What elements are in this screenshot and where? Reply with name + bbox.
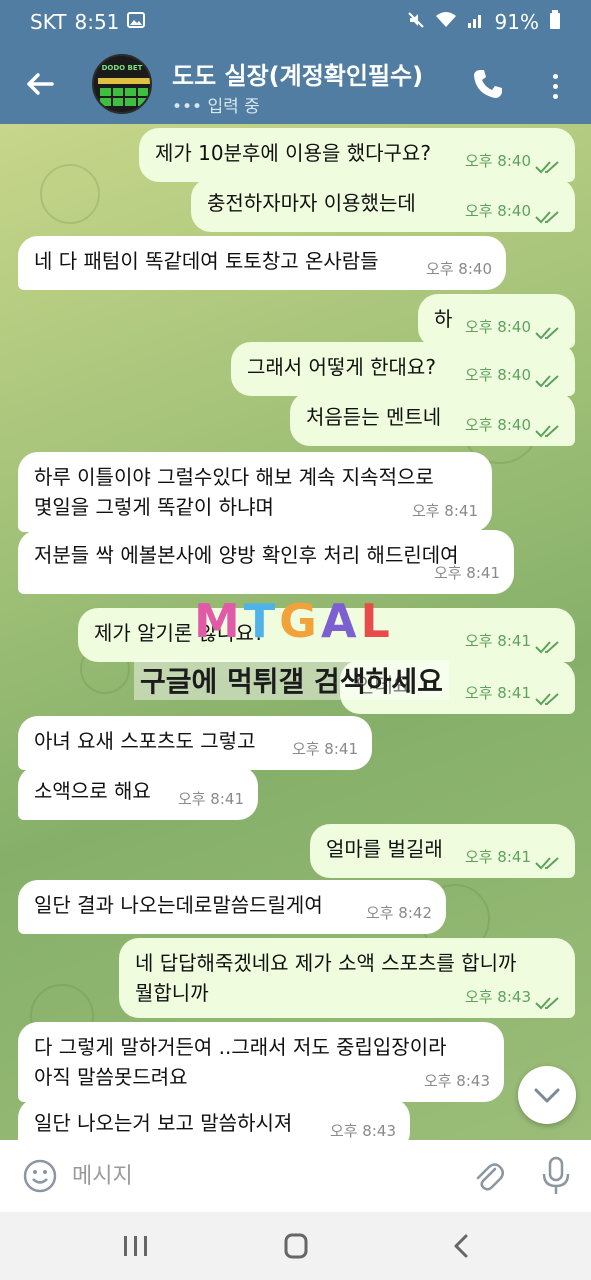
typing-status: ••• 입력 중 <box>172 97 260 117</box>
home-icon <box>284 1233 308 1259</box>
message-text: 몇일을 그렇게 똑같이 하냐며 <box>34 495 274 519</box>
watermark-text: 구글에 먹튀갤 검색하세요 <box>134 660 449 700</box>
avatar[interactable]: DODO BET <box>92 54 152 114</box>
message-input[interactable] <box>72 1158 432 1194</box>
message-text: 하루 이틀이야 그럴수있다 해보 계속 지속적으로 <box>34 465 434 489</box>
message-bubble-incoming[interactable]: 아녀 요새 스포츠도 그렇고 오후 8:41 <box>18 716 372 770</box>
more-button[interactable] <box>546 68 566 104</box>
signal-icon <box>467 11 485 33</box>
double-check-icon <box>535 211 559 224</box>
message-time: 오후 8:41 <box>464 684 531 702</box>
message-bubble-outgoing[interactable]: 제가 10분후에 이용을 했다구요? 오후 8:40 <box>139 128 575 182</box>
watermark-logo: MTGAL <box>194 594 394 648</box>
message-text: 아직 말씀못드려요 <box>34 1065 188 1089</box>
status-right: 91% <box>407 10 561 34</box>
message-time: 오후 8:41 <box>433 564 500 582</box>
emoji-icon <box>23 1159 57 1193</box>
double-check-icon <box>535 161 559 174</box>
message-time: 오후 8:43 <box>464 988 531 1006</box>
message-time: 오후 8:43 <box>423 1072 490 1090</box>
carrier: SKT <box>30 10 67 34</box>
back-nav-icon <box>454 1234 468 1258</box>
double-check-icon <box>535 693 559 706</box>
double-check-icon <box>535 425 559 438</box>
message-text: 저분들 싹 에볼본사에 양방 확인후 처리 해드린데여 <box>34 543 459 567</box>
message-bubble-outgoing[interactable]: 하 오후 8:40 <box>418 294 575 348</box>
message-time: 오후 8:41 <box>411 502 478 520</box>
attach-button[interactable] <box>470 1158 506 1194</box>
mic-button[interactable] <box>540 1156 572 1196</box>
message-bubble-incoming[interactable]: 저분들 싹 에볼본사에 양방 확인후 처리 해드린데여 오후 8:41 <box>18 530 514 594</box>
message-time: 오후 8:40 <box>464 152 531 170</box>
message-composer <box>0 1140 591 1212</box>
double-check-icon <box>535 327 559 340</box>
chevron-down-icon <box>534 1088 560 1103</box>
battery-percent: 91% <box>494 10 539 34</box>
double-check-icon <box>535 997 559 1010</box>
emoji-button[interactable] <box>22 1158 58 1194</box>
avatar-logo-text: DODO BET <box>101 64 143 72</box>
attach-icon <box>476 1163 504 1191</box>
message-time: 오후 8:41 <box>464 848 531 866</box>
message-time: 오후 8:41 <box>177 790 244 808</box>
phone-icon <box>474 70 502 98</box>
home-button[interactable] <box>276 1230 316 1262</box>
system-nav-bar <box>0 1212 591 1280</box>
message-bubble-incoming[interactable]: 일단 결과 나오는데로말씀드릴게여 오후 8:42 <box>18 880 446 934</box>
message-bubble-incoming[interactable]: 네 다 패텀이 똑같데여 토토창고 온사람들 오후 8:40 <box>18 236 506 290</box>
double-check-icon <box>535 857 559 870</box>
message-time: 오후 8:40 <box>464 416 531 434</box>
mute-icon <box>407 11 425 33</box>
recents-icon <box>124 1236 147 1256</box>
message-bubble-incoming[interactable]: 소액으로 해요 오후 8:41 <box>18 766 258 820</box>
double-check-icon <box>535 641 559 654</box>
message-text: 네 답답해죽겠네요 제가 소액 스포츠를 합니까 <box>135 951 517 975</box>
message-time: 오후 8:40 <box>464 318 531 336</box>
message-text: 다 그렇게 말하거든여 ..그래서 저도 중립입장이라 <box>34 1035 447 1059</box>
message-time: 오후 8:41 <box>291 740 358 758</box>
message-time: 오후 8:40 <box>464 202 531 220</box>
message-text: 네 다 패텀이 똑같데여 토토창고 온사람들 <box>34 249 379 273</box>
mic-icon <box>542 1156 570 1194</box>
wifi-icon <box>435 11 457 33</box>
chat-header: DODO BET 도도 실장(계정확인필수) ••• 입력 중 <box>0 44 591 124</box>
chat-title[interactable]: 도도 실장(계정확인필수) <box>172 56 423 91</box>
back-button[interactable] <box>22 66 58 102</box>
message-time: 오후 8:41 <box>464 632 531 650</box>
message-bubble-outgoing[interactable]: 처음듣는 멘트네 오후 8:40 <box>290 392 575 446</box>
message-bubble-incoming[interactable]: 다 그렇게 말하거든여 ..그래서 저도 중립입장이라 아직 말씀못드려요 오후… <box>18 1022 504 1102</box>
status-left: SKT 8:51 <box>30 10 146 34</box>
message-time: 오후 8:40 <box>425 260 492 278</box>
recents-button[interactable] <box>116 1230 156 1262</box>
message-bubble-outgoing[interactable]: 네 답답해죽겠네요 제가 소액 스포츠를 합니까 뭘합니까 오후 8:43 <box>119 938 575 1018</box>
battery-icon <box>549 10 561 34</box>
back-nav-button[interactable] <box>442 1230 482 1262</box>
gallery-icon <box>127 12 146 32</box>
message-bubble-outgoing[interactable]: 충전하자마자 이용했는데 오후 8:40 <box>191 178 575 232</box>
message-time: 오후 8:40 <box>464 366 531 384</box>
double-check-icon <box>535 375 559 388</box>
status-bar: SKT 8:51 91% <box>0 0 591 44</box>
message-bubble-outgoing[interactable]: 그래서 어떻게 한대요? 오후 8:40 <box>231 342 575 396</box>
message-bubble-incoming[interactable]: 일단 나오는거 보고 말씀하시져 오후 8:43 <box>18 1098 410 1140</box>
back-arrow-icon <box>27 73 54 95</box>
message-bubble-outgoing[interactable]: 얼마를 벌길래 오후 8:41 <box>310 824 575 878</box>
message-bubble-incoming[interactable]: 하루 이틀이야 그럴수있다 해보 계속 지속적으로 몇일을 그렇게 똑같이 하냐… <box>18 452 492 532</box>
message-time: 오후 8:42 <box>365 904 432 922</box>
scroll-down-button[interactable] <box>518 1066 576 1124</box>
clock: 8:51 <box>74 10 120 34</box>
call-button[interactable] <box>470 66 506 102</box>
message-time: 오후 8:43 <box>329 1122 396 1140</box>
